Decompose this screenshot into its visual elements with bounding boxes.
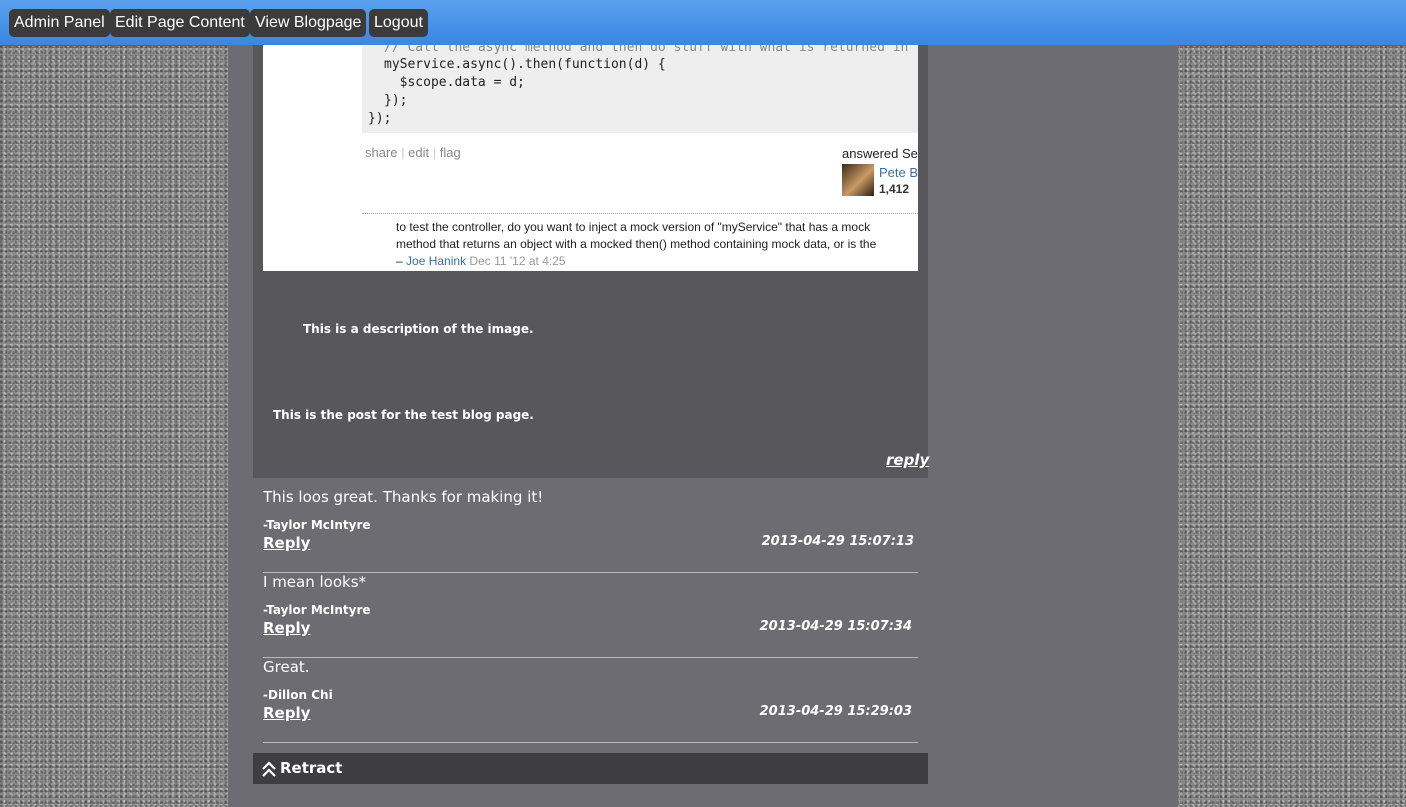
comment-author-link: Joe Hanink [406,254,467,268]
comment-date: Dec 11 '12 at 4:25 [469,254,566,268]
retract-label: Retract [280,759,343,777]
view-blogpage-button[interactable]: View Blogpage [250,9,367,37]
answered-label: answered Se [842,146,918,161]
retract-button[interactable]: Retract [253,753,928,784]
comment-divider [263,742,918,743]
comment-reply-link[interactable]: Reply [263,534,310,552]
code-line: }); [384,93,408,108]
edit-link: edit [408,145,430,160]
comment-author: -Dillon Chi [263,688,333,702]
edit-page-content-button[interactable]: Edit Page Content [110,9,250,37]
code-line: }); [368,111,392,126]
post-reply-link[interactable]: reply [886,451,929,469]
comment-reply-link[interactable]: Reply [263,619,310,637]
flag-link: flag [439,145,461,160]
comment-line: to test the controller, do you want to i… [396,220,871,234]
comment-reply-link[interactable]: Reply [263,704,310,722]
comment-text: This loos great. Thanks for making it! [263,488,544,506]
logout-button[interactable]: Logout [369,9,428,37]
comment-text: I mean looks* [263,573,367,591]
user-name: Pete B [879,165,918,180]
divider [362,213,918,214]
code-line: myService.async().then(function(d) { [384,57,666,72]
image-description: This is a description of the image. [303,322,534,336]
comment-author: -Taylor McIntyre [263,603,371,617]
comment-timestamp: 2013-04-29 15:07:34 [759,619,912,634]
admin-panel-button[interactable]: Admin Panel [9,9,110,37]
comment-line: method that returns an object with a moc… [396,237,877,251]
post-actions: share | edit | flag [365,145,461,160]
share-link: share [365,145,398,160]
comment-text: Great. [263,658,310,676]
comment-divider [263,657,918,658]
code-line: $scope.data = d; [384,75,525,90]
post-body: This is the post for the test blog page. [273,408,534,422]
comment-meta: – Joe Hanink Dec 11 '12 at 4:25 [396,254,566,268]
comment-timestamp: 2013-04-29 15:29:03 [759,704,912,719]
top-nav-bar: Admin Panel Edit Page Content View Blogp… [0,0,1406,46]
code-line: // Call the async method and then do stu… [384,45,909,55]
double-chevron-up-icon [262,761,276,777]
post-image: // Call the async method and then do stu… [263,45,918,271]
comment-author: -Taylor McIntyre [263,518,371,532]
code-block: // Call the async method and then do stu… [362,45,918,133]
avatar [842,164,874,196]
user-reputation: 1,412 [879,182,910,196]
comment-timestamp: 2013-04-29 15:07:13 [761,534,914,549]
